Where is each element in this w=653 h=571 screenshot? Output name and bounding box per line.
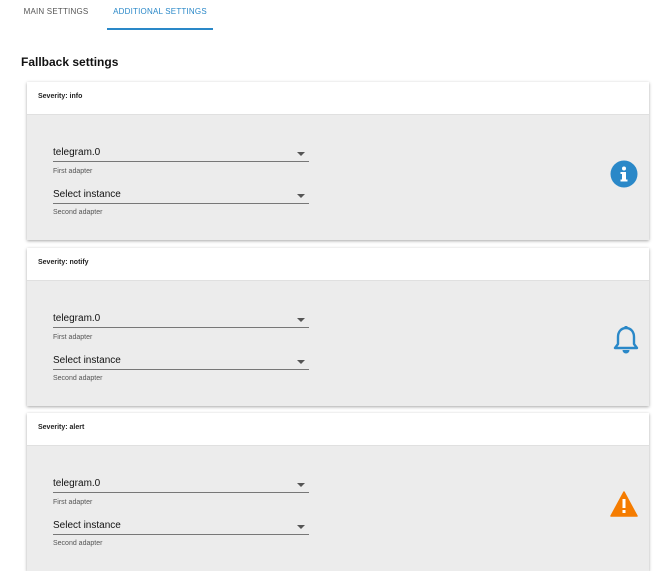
select-value: Select instance	[53, 189, 121, 200]
dropdown-arrow-icon	[297, 525, 305, 529]
card-header: Severity: notify	[27, 248, 649, 281]
dropdown-arrow-icon	[297, 194, 305, 198]
first-adapter-select[interactable]: telegram.0	[53, 476, 309, 493]
select-value: Select instance	[53, 355, 121, 366]
card-header: Severity: info	[27, 82, 649, 115]
warning-icon	[610, 491, 638, 517]
second-adapter-select[interactable]: Select instance	[53, 518, 309, 535]
tab-bar: MAIN SETTINGS ADDITIONAL SETTINGS	[0, 0, 653, 30]
select-value: telegram.0	[53, 147, 101, 158]
second-adapter-label: Second adapter	[53, 375, 103, 382]
severity-card-notify: Severity: notify telegram.0 First adapte…	[27, 248, 649, 406]
first-adapter-label: First adapter	[53, 334, 93, 341]
tab-main-settings[interactable]: MAIN SETTINGS	[14, 0, 98, 28]
second-adapter-select[interactable]: Select instance	[53, 353, 309, 370]
card-header: Severity: alert	[27, 413, 649, 446]
card-title: Severity: notify	[38, 259, 89, 266]
severity-card-alert: Severity: alert telegram.0 First adapter…	[27, 413, 649, 571]
first-adapter-select[interactable]: telegram.0	[53, 311, 309, 328]
select-value: Select instance	[53, 520, 121, 531]
select-value: telegram.0	[53, 313, 101, 324]
page-title: Fallback settings	[21, 55, 119, 69]
dropdown-arrow-icon	[297, 152, 305, 156]
card-title: Severity: info	[38, 93, 83, 100]
dropdown-arrow-icon	[297, 483, 305, 487]
second-adapter-label: Second adapter	[53, 209, 103, 216]
dropdown-arrow-icon	[297, 360, 305, 364]
card-title: Severity: alert	[38, 424, 85, 431]
select-value: telegram.0	[53, 478, 101, 489]
first-adapter-label: First adapter	[53, 168, 93, 175]
severity-card-info: Severity: info telegram.0 First adapter …	[27, 82, 649, 240]
second-adapter-label: Second adapter	[53, 540, 103, 547]
first-adapter-label: First adapter	[53, 499, 93, 506]
bell-icon	[613, 326, 639, 354]
dropdown-arrow-icon	[297, 318, 305, 322]
first-adapter-select[interactable]: telegram.0	[53, 145, 309, 162]
info-icon	[610, 160, 638, 188]
tab-additional-settings[interactable]: ADDITIONAL SETTINGS	[107, 0, 213, 30]
second-adapter-select[interactable]: Select instance	[53, 187, 309, 204]
